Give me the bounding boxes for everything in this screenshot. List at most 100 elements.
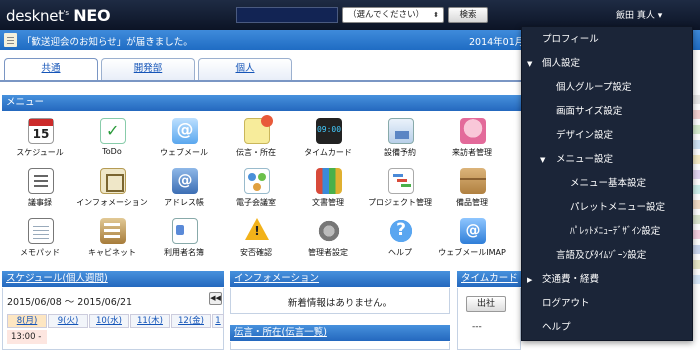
app-project[interactable]: プロジェクト管理 bbox=[364, 162, 436, 210]
menu-item-design[interactable]: デザイン設定 bbox=[522, 125, 692, 147]
memo-portlet-title[interactable]: 伝言・所在(伝言一覧) bbox=[230, 325, 450, 341]
caret-right-icon: ▶ bbox=[527, 276, 533, 284]
information-portlet: 新着情報はありません。 bbox=[230, 288, 450, 314]
app-logo[interactable]: desknet's NEO bbox=[6, 6, 111, 25]
menu-app-grid: スケジュール ToDo ウェブメール 伝言・所在 タイムカード 設備予約 来訪者… bbox=[2, 112, 532, 262]
search-category-value: （選んでください） bbox=[348, 10, 425, 20]
schedule-date-range: 2015/06/08 〜 2015/06/21 bbox=[7, 297, 133, 308]
menu-item-logout[interactable]: ログアウト bbox=[522, 293, 692, 315]
timecard-portlet: 出社 --- bbox=[457, 288, 521, 350]
app-schedule[interactable]: スケジュール bbox=[4, 112, 76, 160]
webmail-icon bbox=[172, 118, 198, 144]
caret-down-icon: ▼ bbox=[527, 60, 533, 68]
select-updown-icon: ⬍ bbox=[433, 11, 439, 19]
app-help[interactable]: ヘルプ bbox=[364, 212, 436, 260]
calendar-icon bbox=[28, 118, 54, 144]
equipment-icon bbox=[460, 168, 486, 194]
admin-gear-icon bbox=[316, 218, 342, 244]
information-icon bbox=[100, 168, 126, 194]
imap-icon bbox=[460, 218, 486, 244]
logo-superscript: 's bbox=[63, 9, 69, 17]
menu-item-personal-group[interactable]: 個人グループ設定 bbox=[522, 77, 692, 99]
menu-item-label: 交通費・経費 bbox=[542, 274, 600, 285]
menu-panel-title: メニュー bbox=[2, 95, 532, 111]
app-memo[interactable]: 伝言・所在 bbox=[220, 112, 292, 160]
menu-item-profile[interactable]: プロフィール bbox=[522, 29, 692, 51]
menu-item-menu-settings[interactable]: ▼ メニュー設定 bbox=[522, 149, 692, 171]
app-meeting-room[interactable]: 電子会議室 bbox=[220, 162, 292, 210]
menu-item-label: デザイン設定 bbox=[556, 130, 614, 141]
app-address-book[interactable]: アドレス帳 bbox=[148, 162, 220, 210]
app-timecard[interactable]: タイムカード bbox=[292, 112, 364, 160]
day-header[interactable]: 11(木) bbox=[130, 314, 170, 328]
memo-portlet bbox=[230, 342, 450, 350]
app-facility[interactable]: 設備予約 bbox=[364, 112, 436, 160]
safety-icon bbox=[244, 218, 270, 244]
memopad-icon bbox=[28, 218, 54, 244]
app-webmail-imap[interactable]: ウェブメールIMAP bbox=[436, 212, 508, 260]
day-header[interactable]: 12(金) bbox=[171, 314, 211, 328]
app-user-list[interactable]: 利用者名簿 bbox=[148, 212, 220, 260]
app-cabinet[interactable]: キャビネット bbox=[76, 212, 148, 260]
app-memopad[interactable]: メモパッド bbox=[4, 212, 76, 260]
day-header[interactable]: 1 bbox=[212, 314, 224, 328]
minutes-icon bbox=[28, 168, 54, 194]
todo-icon bbox=[100, 118, 126, 144]
menu-item-palette-menu[interactable]: パレットメニュー設定 bbox=[522, 197, 692, 219]
search-input[interactable] bbox=[236, 7, 338, 23]
meeting-room-icon bbox=[244, 168, 270, 194]
chevron-down-icon: ▾ bbox=[657, 11, 663, 21]
tab-dev-team[interactable]: 開発部 bbox=[101, 58, 195, 80]
app-safety[interactable]: 安否確認 bbox=[220, 212, 292, 260]
documents-icon bbox=[316, 168, 342, 194]
menu-item-label: メニュー設定 bbox=[556, 154, 614, 165]
tab-common[interactable]: 共通 bbox=[4, 58, 98, 82]
logo-product: NEO bbox=[73, 6, 111, 25]
menu-item-label: ﾊﾟﾚｯﾄﾒﾆｭｰﾃﾞｻﾞｲﾝ設定 bbox=[570, 226, 661, 237]
app-documents[interactable]: 文書管理 bbox=[292, 162, 364, 210]
menu-item-screen-size[interactable]: 画面サイズ設定 bbox=[522, 101, 692, 123]
address-book-icon bbox=[172, 168, 198, 194]
menu-item-personal-settings[interactable]: ▼ 個人設定 bbox=[522, 53, 692, 75]
app-information[interactable]: インフォメーション bbox=[76, 162, 148, 210]
tab-personal[interactable]: 個人 bbox=[198, 58, 292, 80]
previous-week-icon[interactable]: ◀◀ bbox=[209, 292, 222, 305]
timecard-portlet-title[interactable]: タイムカード bbox=[457, 271, 521, 287]
day-header[interactable]: 10(水) bbox=[89, 314, 129, 328]
schedule-entry-time[interactable]: 13:00 - bbox=[7, 330, 47, 344]
app-todo[interactable]: ToDo bbox=[76, 112, 148, 160]
day-header[interactable]: 8(月) bbox=[7, 314, 47, 328]
user-menu-button[interactable]: 飯田 真人 ▾ bbox=[616, 8, 662, 21]
menu-item-palette-design[interactable]: ﾊﾟﾚｯﾄﾒﾆｭｰﾃﾞｻﾞｲﾝ設定 bbox=[522, 221, 692, 243]
app-minutes[interactable]: 議事録 bbox=[4, 162, 76, 210]
app-admin[interactable]: 管理者設定 bbox=[292, 212, 364, 260]
app-label: 備品管理 bbox=[456, 198, 488, 207]
menu-item-expenses[interactable]: ▶ 交通費・経費 bbox=[522, 269, 692, 291]
app-equipment[interactable]: 備品管理 bbox=[436, 162, 508, 210]
cabinet-icon bbox=[100, 218, 126, 244]
information-portlet-title[interactable]: インフォメーション bbox=[230, 271, 450, 287]
notice-document-icon bbox=[4, 33, 17, 47]
logo-text: desknet bbox=[6, 7, 64, 25]
menu-item-label: パレットメニュー設定 bbox=[570, 202, 666, 213]
menu-item-language-timezone[interactable]: 言語及びﾀｲﾑｿﾞｰﾝ設定 bbox=[522, 245, 692, 267]
project-icon bbox=[388, 168, 414, 194]
clock-in-time: --- bbox=[472, 322, 482, 332]
clock-in-button[interactable]: 出社 bbox=[466, 296, 506, 312]
menu-item-label: 言語及びﾀｲﾑｿﾞｰﾝ設定 bbox=[556, 250, 647, 261]
menu-item-label: ヘルプ bbox=[542, 322, 571, 333]
menu-item-help[interactable]: ヘルプ bbox=[522, 317, 692, 339]
app-visitor[interactable]: 来訪者管理 bbox=[436, 112, 508, 160]
menu-item-menu-basic[interactable]: メニュー基本設定 bbox=[522, 173, 692, 195]
menu-item-label: 個人設定 bbox=[542, 58, 581, 69]
search-category-select[interactable]: （選んでください） ⬍ bbox=[342, 7, 444, 23]
menu-item-label: プロフィール bbox=[542, 34, 599, 45]
information-empty-message: 新着情報はありません。 bbox=[287, 298, 393, 309]
notice-link[interactable]: 「歓送迎会のお知らせ」が届きました。 bbox=[22, 34, 193, 48]
app-webmail[interactable]: ウェブメール bbox=[148, 112, 220, 160]
day-header[interactable]: 9(火) bbox=[48, 314, 88, 328]
menu-item-label: 画面サイズ設定 bbox=[556, 106, 623, 117]
search-button[interactable]: 検索 bbox=[448, 7, 488, 23]
caret-down-icon: ▼ bbox=[540, 156, 546, 164]
schedule-portlet-title[interactable]: スケジュール(個人週間) bbox=[2, 271, 224, 287]
